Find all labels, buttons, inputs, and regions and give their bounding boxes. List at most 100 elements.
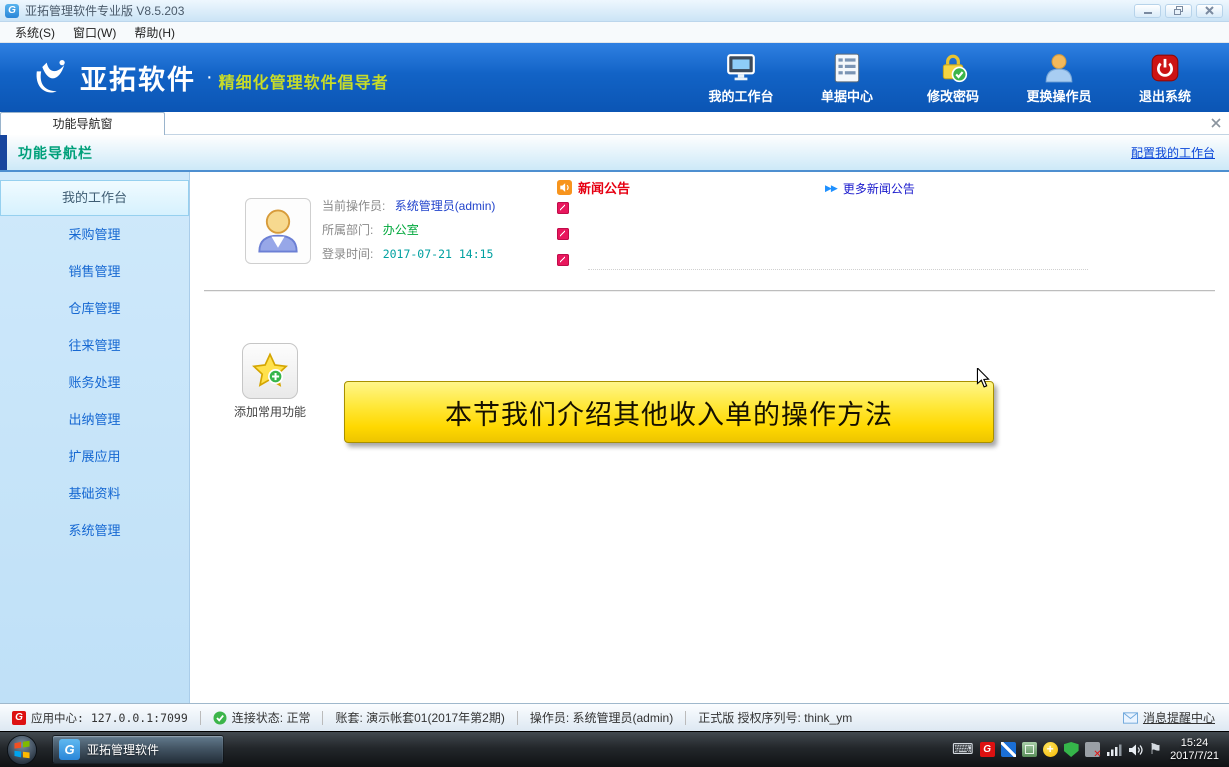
sidebar-item-cashier[interactable]: 出纳管理: [0, 401, 189, 438]
sidebar-item-contacts[interactable]: 往来管理: [0, 327, 189, 364]
sidebar-item-purchase[interactable]: 采购管理: [0, 216, 189, 253]
operator-value: 系统管理员(admin): [395, 199, 496, 213]
windows-taskbar: G 亚拓管理软件 ⌨ G + ⚑ 15:24 2017/: [0, 731, 1229, 767]
sidebar-item-extensions[interactable]: 扩展应用: [0, 438, 189, 475]
yatuo-small-icon: G: [12, 711, 26, 725]
clock-date: 2017/7/21: [1170, 750, 1219, 763]
toolbar-switch-operator[interactable]: 更换操作员: [1021, 50, 1097, 105]
login-time-value: 2017-07-21 14:15: [383, 247, 494, 261]
taskbar-clock[interactable]: 15:24 2017/7/21: [1170, 737, 1219, 763]
signal-icon[interactable]: [1106, 743, 1122, 757]
news-dotted-divider: [588, 269, 1088, 270]
add-common-function-button[interactable]: [242, 343, 298, 399]
connection-status: 连接状态: 正常: [201, 709, 323, 726]
keyboard-icon[interactable]: ⌨: [952, 742, 974, 758]
sidebar-item-accounting[interactable]: 账务处理: [0, 364, 189, 401]
power-icon: [1149, 50, 1181, 84]
nav-header: 功能导航栏 配置我的工作台: [0, 135, 1229, 172]
message-center-link[interactable]: 消息提醒中心: [1123, 709, 1229, 726]
nav-title: 功能导航栏: [18, 143, 93, 163]
menu-bar: 系统(S) 窗口(W) 帮助(H): [0, 22, 1229, 43]
brand-block: 亚拓软件 · 精细化管理软件倡导者: [28, 56, 389, 100]
menu-system[interactable]: 系统(S): [6, 24, 64, 41]
minimize-icon: [1142, 6, 1154, 16]
brand-separator: ·: [206, 66, 213, 89]
package-icon[interactable]: [1022, 742, 1037, 757]
news-title: 新闻公告: [578, 178, 630, 197]
plus-circle-icon[interactable]: +: [1043, 742, 1058, 757]
news-bullet-icon[interactable]: [557, 254, 569, 266]
monitor-icon: [725, 50, 757, 84]
menu-window[interactable]: 窗口(W): [64, 24, 125, 41]
add-common-function-label: 添加常用功能: [222, 403, 318, 420]
toolbar-document-center[interactable]: 单据中心: [809, 50, 885, 105]
toolbar-change-password[interactable]: 修改密码: [915, 50, 991, 105]
profile-info: 当前操作员: 系统管理员(admin) 所属部门: 办公室 登录时间: 2017…: [322, 194, 495, 266]
app-center-status: G 应用中心: 127.0.0.1:7099: [0, 710, 200, 726]
menu-help[interactable]: 帮助(H): [125, 24, 184, 41]
system-tray: ⌨ G + ⚑: [952, 742, 1162, 758]
news-bullet-icon[interactable]: [557, 228, 569, 240]
more-news-link[interactable]: ▶▶ 更多新闻公告: [825, 180, 915, 197]
yatuo-logo-icon: [28, 56, 72, 100]
restore-icon: [1173, 5, 1185, 16]
sidebar-item-warehouse[interactable]: 仓库管理: [0, 290, 189, 327]
department-value: 办公室: [383, 223, 419, 237]
lock-icon: [937, 50, 969, 84]
content-area: 我的工作台 采购管理 销售管理 仓库管理 往来管理 账务处理 出纳管理 扩展应用…: [0, 172, 1229, 703]
user-avatar-icon: [250, 203, 306, 259]
application-window: G 亚拓管理软件专业版 V8.5.203 系统(S) 窗口(W) 帮助(H): [0, 0, 1229, 767]
window-title: 亚拓管理软件专业版 V8.5.203: [25, 2, 184, 19]
department-label: 所属部门:: [322, 223, 373, 237]
document-list-icon: [832, 50, 862, 84]
operator-status: 操作员: 系统管理员(admin): [518, 709, 685, 726]
yatuo-taskbar-icon: G: [59, 739, 80, 760]
sidebar-item-sales[interactable]: 销售管理: [0, 253, 189, 290]
news-bullet-icon[interactable]: [557, 202, 569, 214]
printer-error-icon[interactable]: [1085, 742, 1100, 757]
minimize-button[interactable]: [1134, 4, 1161, 18]
toolbar-my-workbench[interactable]: 我的工作台: [703, 50, 779, 105]
banner-toolbar: 我的工作台 单据中心 修改密码 更换操作员: [703, 50, 1203, 105]
flag-icon[interactable]: ⚑: [1149, 742, 1162, 758]
tool-icon[interactable]: [1001, 742, 1016, 757]
lesson-banner: 本节我们介绍其他收入单的操作方法: [344, 381, 994, 443]
taskbar-app-yatuo[interactable]: G 亚拓管理软件: [52, 735, 224, 764]
yatuo-tray-icon[interactable]: G: [980, 742, 995, 757]
sidebar-item-system[interactable]: 系统管理: [0, 512, 189, 549]
lesson-banner-text: 本节我们介绍其他收入单的操作方法: [445, 393, 893, 432]
status-bar: G 应用中心: 127.0.0.1:7099 连接状态: 正常 账套: 演示帐套…: [0, 703, 1229, 731]
user-icon: [1043, 50, 1075, 84]
avatar: [245, 198, 311, 264]
license-status: 正式版 授权序列号: think_ym: [686, 709, 864, 726]
toolbar-exit-system[interactable]: 退出系统: [1127, 50, 1203, 105]
login-time-label: 登录时间:: [322, 247, 373, 261]
double-arrow-icon: ▶▶: [825, 183, 837, 194]
brand-banner: 亚拓软件 · 精细化管理软件倡导者 我的工作台 单据中心 修改密: [0, 43, 1229, 112]
title-bar: G 亚拓管理软件专业版 V8.5.203: [0, 0, 1229, 22]
nav-accent-bar: [0, 135, 7, 170]
section-divider: [204, 290, 1215, 292]
clock-time: 15:24: [1170, 737, 1219, 750]
operator-label: 当前操作员:: [322, 199, 385, 213]
news-section-header: 新闻公告: [557, 178, 630, 197]
restore-button[interactable]: [1165, 4, 1192, 18]
brand-slogan: 精细化管理软件倡导者: [219, 69, 389, 93]
tab-function-navigator[interactable]: 功能导航窗: [0, 112, 165, 135]
speaker-icon: [557, 180, 572, 195]
configure-workbench-link[interactable]: 配置我的工作台: [1131, 144, 1215, 161]
tab-bar: 功能导航窗: [0, 112, 1229, 135]
sidebar-item-my-workbench[interactable]: 我的工作台: [0, 180, 189, 216]
app-logo-icon: G: [5, 4, 19, 18]
start-button[interactable]: [6, 734, 38, 766]
brand-name: 亚拓软件: [80, 58, 196, 97]
close-icon: [1204, 5, 1215, 16]
sidebar-item-base-data[interactable]: 基础资料: [0, 475, 189, 512]
tab-close-button[interactable]: [1209, 116, 1223, 130]
account-set-status: 账套: 演示帐套01(2017年第2期): [323, 709, 516, 726]
mouse-cursor: [975, 368, 991, 388]
close-button[interactable]: [1196, 4, 1223, 18]
envelope-icon: [1123, 712, 1138, 724]
shield-icon[interactable]: [1064, 742, 1079, 757]
volume-icon[interactable]: [1128, 743, 1143, 757]
